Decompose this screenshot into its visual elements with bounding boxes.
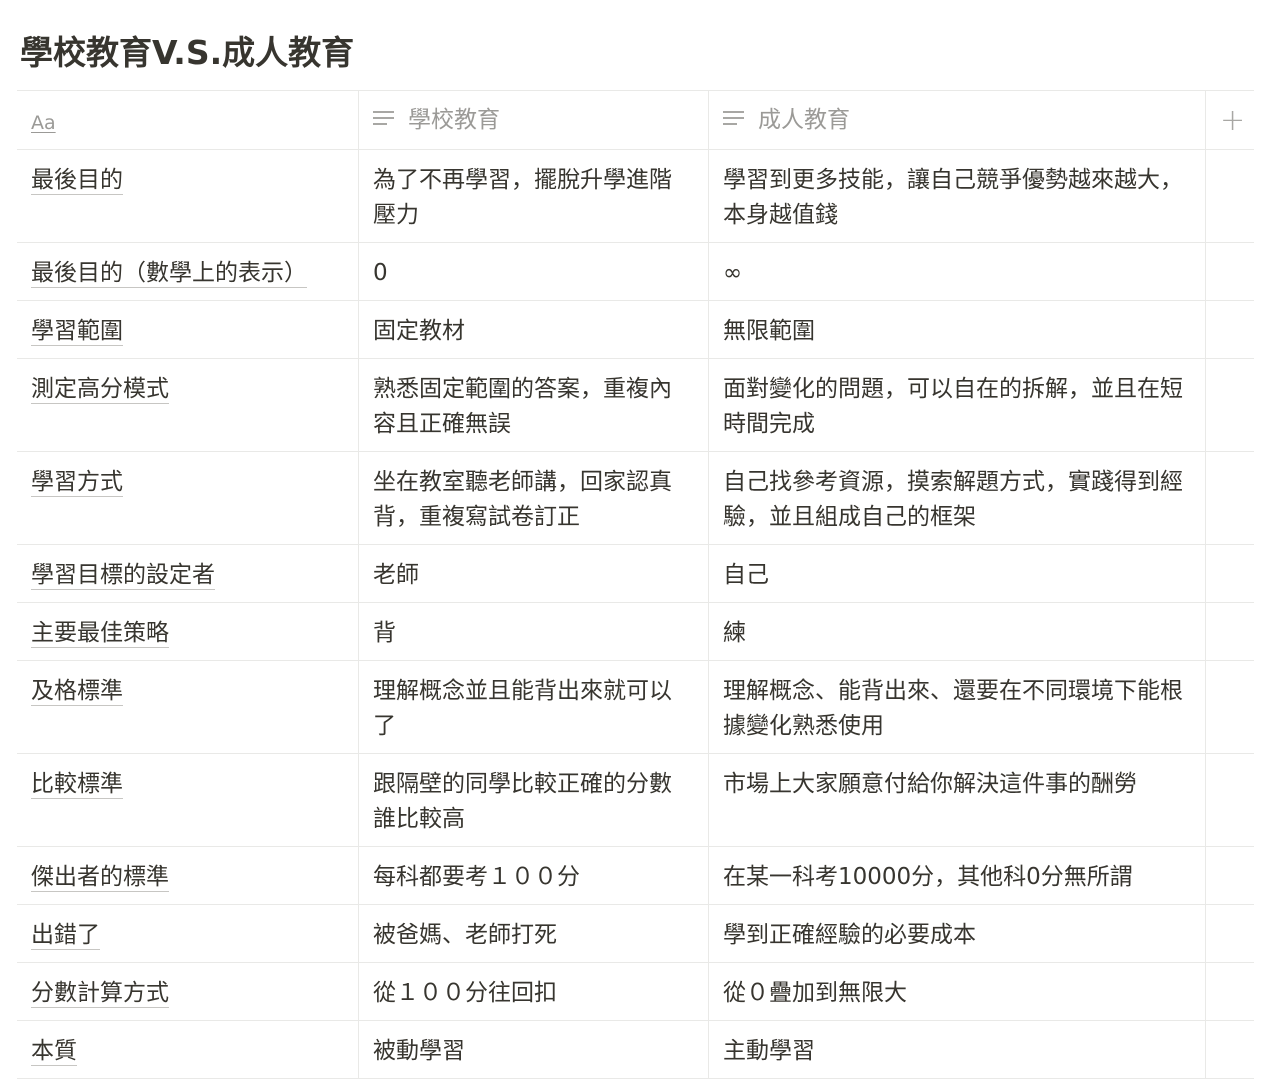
row-title-cell[interactable]: 最後目的 [17,150,359,242]
text-property-icon [723,111,744,129]
column-header-name[interactable]: Aa [17,91,359,149]
empty-cell [1206,963,1254,1020]
adult-cell[interactable]: 自己 [709,545,1206,602]
row-title-cell[interactable]: 比較標準 [17,754,359,846]
page-title: 學校教育V.S.成人教育 [20,33,355,72]
adult-cell[interactable]: 學到正確經驗的必要成本 [709,905,1206,962]
row-title-cell[interactable]: 主要最佳策略 [17,603,359,660]
row-title[interactable]: 比較標準 [31,771,123,799]
adult-cell[interactable]: 自己找參考資源，摸索解題方式，實踐得到經驗，並且組成自己的框架 [709,452,1206,544]
empty-cell [1206,847,1254,904]
column-header-label: 成人教育 [758,107,850,133]
empty-cell [1206,301,1254,358]
row-title[interactable]: 本質 [31,1038,77,1066]
empty-cell [1206,603,1254,660]
empty-cell [1206,1021,1254,1078]
row-title-cell[interactable]: 本質 [17,1021,359,1078]
school-cell[interactable]: 被爸媽、老師打死 [359,905,709,962]
row-title-cell[interactable]: 測定高分模式 [17,359,359,451]
row-title[interactable]: 學習範圍 [31,318,123,346]
table-row[interactable]: 學習方式 坐在教室聽老師講，回家認真背，重複寫試卷訂正 自己找參考資源，摸索解題方式… [17,452,1254,545]
adult-cell[interactable]: 市場上大家願意付給你解決這件事的酬勞 [709,754,1206,846]
row-title[interactable]: 學習目標的設定者 [31,562,215,590]
row-title-cell[interactable]: 最後目的（數學上的表示） [17,243,359,300]
row-title-cell[interactable]: 學習範圍 [17,301,359,358]
adult-cell[interactable]: 無限範圍 [709,301,1206,358]
table-row[interactable]: 比較標準 跟隔壁的同學比較正確的分數誰比較高 市場上大家願意付給你解決這件事的酬勞 [17,754,1254,847]
table-row[interactable]: 主要最佳策略 背練 [17,603,1254,661]
school-cell[interactable]: 熟悉固定範圍的答案，重複內容且正確無誤 [359,359,709,451]
table-row[interactable]: 本質 被動學習 主動學習 [17,1021,1254,1079]
adult-cell[interactable]: 在某一科考10000分，其他科0分無所謂 [709,847,1206,904]
row-title[interactable]: 主要最佳策略 [31,620,169,648]
row-title-cell[interactable]: 傑出者的標準 [17,847,359,904]
table-header-row: Aa 學校教育 成人教育 + [17,91,1254,150]
table-row[interactable]: 學習範圍 固定教材 無限範圍 [17,301,1254,359]
database-table: Aa 學校教育 成人教育 + 最後目的 為了不再學習，擺脫升學進階壓力 學習到更多技… [17,90,1254,1079]
school-cell[interactable]: 理解概念並且能背出來就可以了 [359,661,709,753]
row-title-cell[interactable]: 學習方式 [17,452,359,544]
empty-cell [1206,359,1254,451]
table-row[interactable]: 出錯了 被爸媽、老師打死 學到正確經驗的必要成本 [17,905,1254,963]
adult-cell[interactable]: 面對變化的問題，可以自在的拆解，並且在短時間完成 [709,359,1206,451]
table-row[interactable]: 分數計算方式 從１００分往回扣 從０疊加到無限大 [17,963,1254,1021]
school-cell[interactable]: 每科都要考１００分 [359,847,709,904]
title-property-icon: Aa [31,112,56,134]
row-title-cell[interactable]: 及格標準 [17,661,359,753]
row-title[interactable]: 及格標準 [31,678,123,706]
adult-cell[interactable]: 學習到更多技能，讓自己競爭優勢越來越大，本身越值錢 [709,150,1206,242]
column-header-school[interactable]: 學校教育 [359,91,709,149]
table-row[interactable]: 傑出者的標準 每科都要考１００分 在某一科考10000分，其他科0分無所謂 [17,847,1254,905]
row-title[interactable]: 分數計算方式 [31,980,169,1008]
row-title[interactable]: 出錯了 [31,922,100,950]
table-row[interactable]: 及格標準 理解概念並且能背出來就可以了 理解概念、能背出來、還要在不同環境下能根據變… [17,661,1254,754]
row-title-cell[interactable]: 出錯了 [17,905,359,962]
school-cell[interactable]: 背 [359,603,709,660]
school-cell[interactable]: 跟隔壁的同學比較正確的分數誰比較高 [359,754,709,846]
plus-icon: + [1220,103,1246,138]
row-title[interactable]: 最後目的（數學上的表示） [31,260,307,288]
empty-cell [1206,545,1254,602]
empty-cell [1206,754,1254,846]
row-title[interactable]: 學習方式 [31,469,123,497]
empty-cell [1206,661,1254,753]
school-cell[interactable]: 固定教材 [359,301,709,358]
row-title[interactable]: 測定高分模式 [31,376,169,404]
table-row[interactable]: 最後目的 為了不再學習，擺脫升學進階壓力 學習到更多技能，讓自己競爭優勢越來越大，本… [17,150,1254,243]
column-header-label: 學校教育 [408,107,500,133]
school-cell[interactable]: 坐在教室聽老師講，回家認真背，重複寫試卷訂正 [359,452,709,544]
add-column-button[interactable]: + [1206,91,1254,149]
empty-cell [1206,452,1254,544]
empty-cell [1206,243,1254,300]
school-cell[interactable]: 老師 [359,545,709,602]
row-title[interactable]: 最後目的 [31,167,123,195]
column-header-adult[interactable]: 成人教育 [709,91,1206,149]
adult-cell[interactable]: ∞ [709,243,1206,300]
table-row[interactable]: 學習目標的設定者 老師 自己 [17,545,1254,603]
school-cell[interactable]: 從１００分往回扣 [359,963,709,1020]
row-title-cell[interactable]: 學習目標的設定者 [17,545,359,602]
row-title-cell[interactable]: 分數計算方式 [17,963,359,1020]
row-title[interactable]: 傑出者的標準 [31,864,169,892]
adult-cell[interactable]: 理解概念、能背出來、還要在不同環境下能根據變化熟悉使用 [709,661,1206,753]
empty-cell [1206,905,1254,962]
table-row[interactable]: 最後目的（數學上的表示） 0 ∞ [17,243,1254,301]
empty-cell [1206,150,1254,242]
school-cell[interactable]: 為了不再學習，擺脫升學進階壓力 [359,150,709,242]
text-property-icon [373,111,394,129]
table-row[interactable]: 測定高分模式 熟悉固定範圍的答案，重複內容且正確無誤 面對變化的問題，可以自在的拆解… [17,359,1254,452]
adult-cell[interactable]: 練 [709,603,1206,660]
school-cell[interactable]: 被動學習 [359,1021,709,1078]
adult-cell[interactable]: 從０疊加到無限大 [709,963,1206,1020]
school-cell[interactable]: 0 [359,243,709,300]
adult-cell[interactable]: 主動學習 [709,1021,1206,1078]
